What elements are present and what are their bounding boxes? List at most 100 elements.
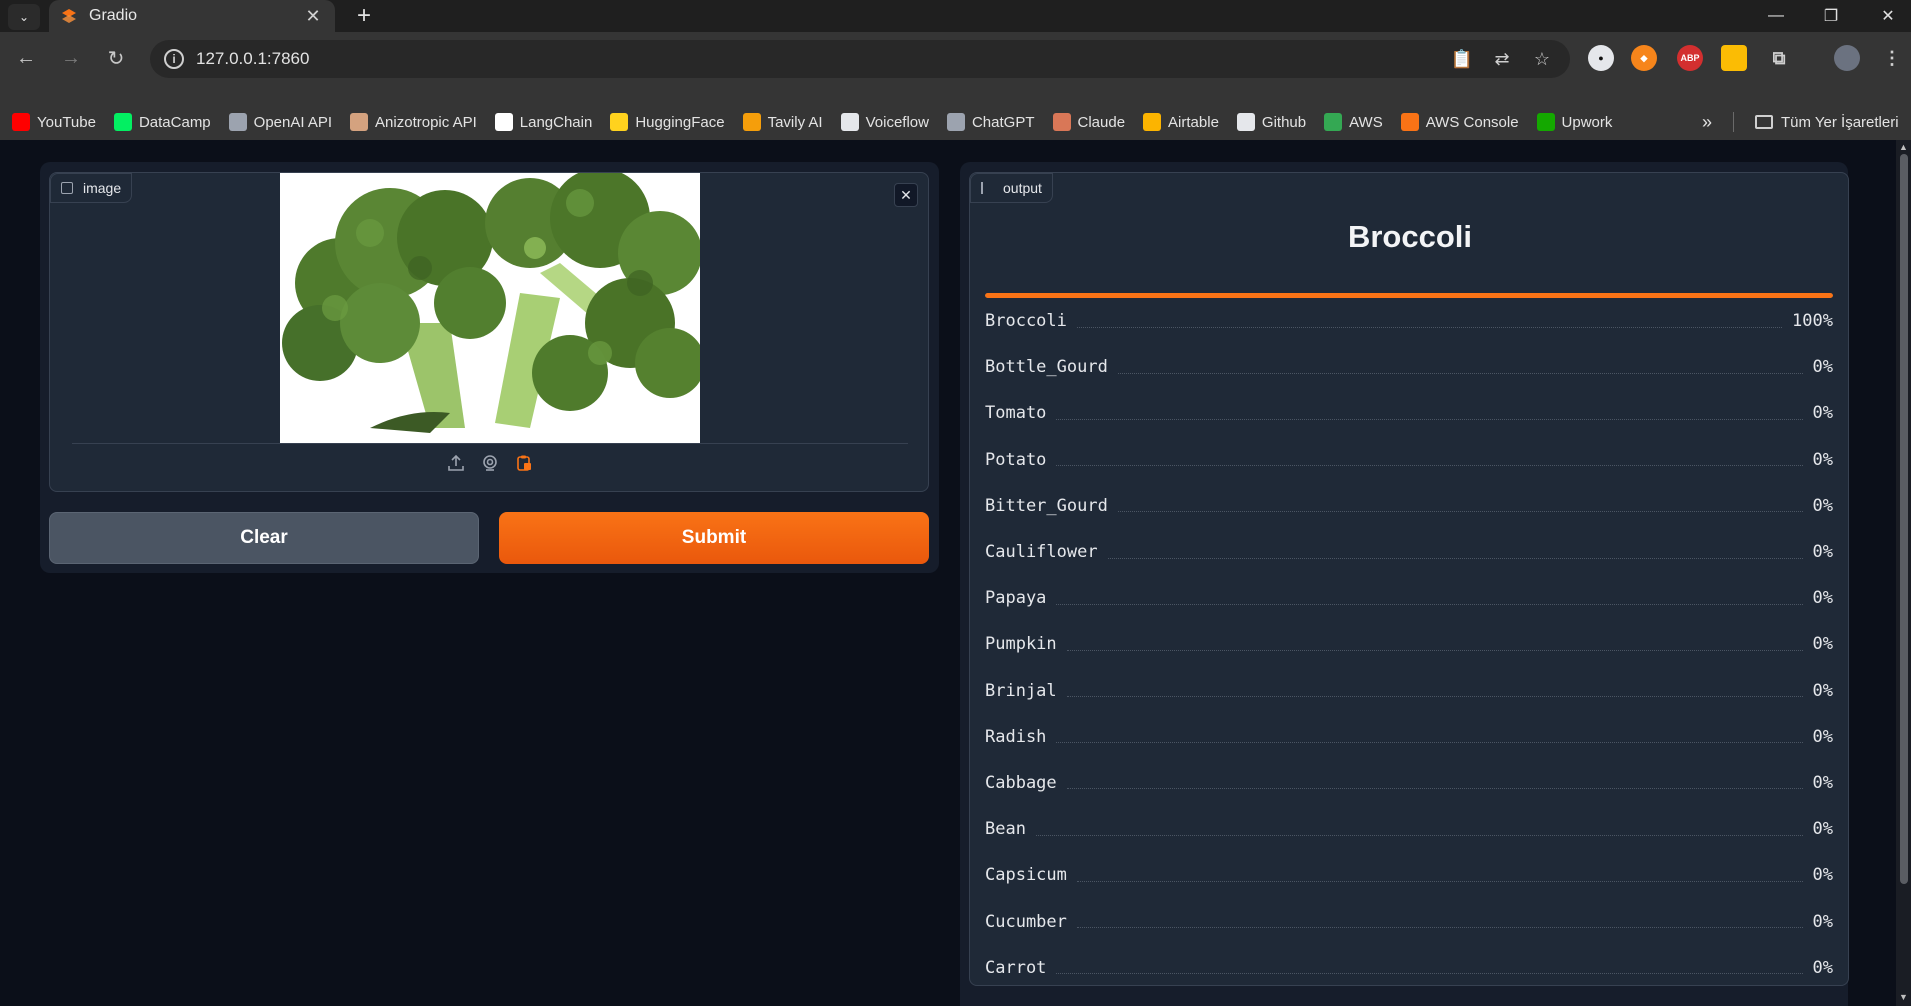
gradio-page: image ✕ Clear Submit output Broccoli Bro… — [0, 140, 1896, 1006]
browser-tab[interactable]: Gradio ✕ — [49, 0, 335, 32]
bookmark-openai-api[interactable]: OpenAI API — [228, 113, 333, 131]
scrollbar-thumb[interactable] — [1900, 154, 1908, 884]
bookmark-voiceflow[interactable]: Voiceflow — [840, 113, 929, 131]
confidence-row: Bitter_Gourd 0% — [985, 483, 1833, 529]
bookmark-label: Voiceflow — [865, 113, 929, 131]
clipboard-paste-icon[interactable] — [514, 453, 534, 473]
back-button[interactable]: ← — [10, 42, 42, 74]
image-divider — [72, 443, 908, 444]
bookmark-label: OpenAI API — [253, 113, 333, 131]
bookmark-label: Claude — [1077, 113, 1126, 131]
aws-console-icon — [1400, 113, 1419, 131]
site-info-icon[interactable]: i — [164, 49, 184, 69]
bookmark-aws[interactable]: AWS — [1324, 113, 1383, 131]
folder-icon — [1755, 115, 1773, 129]
bookmark-chatgpt[interactable]: ChatGPT — [946, 113, 1035, 131]
all-bookmarks-label: Tüm Yer İşaretleri — [1781, 113, 1899, 131]
extension-icon[interactable]: ● — [1588, 45, 1614, 71]
youtube-icon — [12, 113, 30, 131]
tab-title: Gradio — [89, 7, 138, 24]
scroll-up-icon[interactable]: ▲ — [1896, 142, 1911, 154]
submit-button[interactable]: Submit — [499, 512, 929, 564]
reload-button[interactable]: ↻ — [100, 42, 132, 74]
output-label: output — [970, 173, 1053, 203]
bookmark-anizotropic-api[interactable]: Anizotropic API — [350, 113, 477, 131]
voiceflow-icon — [840, 113, 859, 131]
confidence-value: 0% — [1812, 957, 1833, 978]
bookmark-youtube[interactable]: YouTube — [12, 113, 96, 131]
bookmark-github[interactable]: Github — [1236, 113, 1306, 131]
confidence-row: Capsicum 0% — [985, 852, 1833, 898]
scroll-down-icon[interactable]: ▼ — [1896, 992, 1911, 1004]
confidence-value: 0% — [1812, 449, 1833, 470]
profile-avatar[interactable] — [1834, 45, 1860, 71]
upload-icon[interactable] — [446, 453, 466, 473]
webcam-icon[interactable] — [480, 453, 500, 473]
github-icon — [1236, 113, 1255, 131]
confidence-label: Carrot — [985, 957, 1047, 978]
bookmark-langchain[interactable]: LangChain — [494, 113, 592, 131]
adblock-icon[interactable]: ABP — [1677, 45, 1703, 71]
dotted-leader — [1066, 696, 1803, 698]
google-drive-icon — [1324, 113, 1343, 131]
tab-close-icon[interactable]: ✕ — [303, 6, 323, 27]
confidence-label: Tomato — [985, 403, 1047, 424]
extensions-puzzle-icon[interactable]: ⧉ — [1766, 45, 1792, 71]
address-url[interactable]: 127.0.0.1:7860 — [196, 49, 1450, 69]
browser-menu-icon[interactable]: ⋮ — [1879, 45, 1905, 71]
dotted-leader — [1056, 973, 1803, 975]
chatgpt-icon — [946, 113, 965, 131]
label-output: output Broccoli Broccoli 100% Bottle_Gourd… — [969, 172, 1849, 986]
confidence-value: 0% — [1812, 911, 1833, 932]
bookmark-star-icon[interactable]: ☆ — [1530, 47, 1554, 71]
datacamp-icon — [113, 113, 132, 131]
clear-button[interactable]: Clear — [49, 512, 479, 564]
confidence-value: 0% — [1812, 865, 1833, 886]
confidence-value: 0% — [1812, 680, 1833, 701]
bookmark-huggingface[interactable]: HuggingFace — [610, 113, 725, 131]
forward-button[interactable]: → — [55, 42, 87, 74]
bookmark-datacamp[interactable]: DataCamp — [113, 113, 211, 131]
confidence-value: 0% — [1812, 819, 1833, 840]
dotted-leader — [1076, 880, 1803, 882]
minimize-button[interactable]: — — [1753, 0, 1799, 32]
confidence-row: Cauliflower 0% — [985, 529, 1833, 575]
restore-button[interactable]: ❐ — [1808, 0, 1854, 32]
upwork-icon — [1536, 113, 1555, 131]
image-input[interactable]: image ✕ — [49, 172, 929, 492]
confidence-row: Cabbage 0% — [985, 760, 1833, 806]
confidence-label: Cabbage — [985, 772, 1057, 793]
bookmark-airtable[interactable]: Airtable — [1143, 113, 1219, 131]
confidence-label: Bean — [985, 819, 1026, 840]
bookmark-label: YouTube — [37, 113, 96, 131]
translate-icon[interactable]: ⇄ — [1490, 47, 1514, 71]
bookmark-claude[interactable]: Claude — [1052, 113, 1126, 131]
metamask-icon[interactable]: ◆ — [1631, 45, 1657, 71]
address-bar[interactable]: i 127.0.0.1:7860 📋 ⇄ ☆ — [150, 40, 1570, 78]
image-label: image — [50, 173, 133, 203]
new-tab-button[interactable]: + — [350, 2, 378, 30]
confidence-label: Brinjal — [985, 680, 1057, 701]
image-clear-icon[interactable]: ✕ — [894, 183, 918, 207]
dotted-leader — [1076, 927, 1803, 929]
browser-tab-bar: ⌄ Gradio ✕ + — ❐ ✕ — [0, 0, 1911, 32]
bookmark-aws-console[interactable]: AWS Console — [1400, 113, 1519, 131]
bookmarks-overflow-icon[interactable]: » — [1695, 104, 1719, 140]
google-extension-icon[interactable] — [1721, 45, 1747, 71]
confidence-label: Bottle_Gourd — [985, 357, 1108, 378]
bookmark-label: AWS Console — [1425, 113, 1519, 131]
bookmark-label: Airtable — [1168, 113, 1219, 131]
tab-search-button[interactable]: ⌄ — [8, 4, 40, 30]
confidence-value: 0% — [1812, 357, 1833, 378]
all-bookmarks-folder[interactable]: Tüm Yer İşaretleri — [1755, 104, 1899, 140]
clipboard-icon[interactable]: 📋 — [1450, 47, 1474, 71]
dotted-leader — [1066, 788, 1803, 790]
openai-icon — [228, 113, 247, 131]
window-close-button[interactable]: ✕ — [1865, 0, 1911, 32]
page-scrollbar[interactable]: ▲ ▼ — [1896, 140, 1911, 1006]
bookmark-tavily-ai[interactable]: Tavily AI — [742, 113, 823, 131]
output-panel: output Broccoli Broccoli 100% Bottle_Gourd… — [960, 162, 1849, 1006]
airtable-icon — [1143, 113, 1162, 131]
image-preview — [280, 173, 700, 443]
bookmark-upwork[interactable]: Upwork — [1536, 113, 1612, 131]
